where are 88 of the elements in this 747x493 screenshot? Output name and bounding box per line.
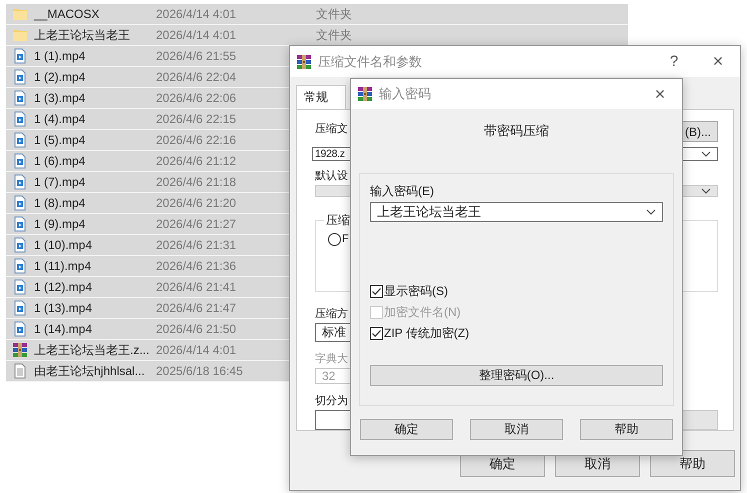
video-file-icon	[12, 90, 28, 106]
video-file-icon	[12, 48, 28, 64]
file-name: __MACOSX	[34, 7, 100, 21]
video-file-icon	[12, 237, 28, 253]
file-name: 1 (10).mp4	[34, 238, 94, 252]
checkbox[interactable]	[370, 326, 383, 340]
file-name: 1 (3).mp4	[34, 91, 86, 105]
archive-icon	[296, 54, 312, 70]
video-file-icon	[12, 279, 28, 295]
file-type: 文件夹	[316, 6, 352, 22]
dialog-button[interactable]: 确定	[360, 419, 453, 440]
file-name: 1 (14).mp4	[34, 322, 94, 336]
password-field[interactable]: 上老王论坛当老王	[370, 202, 663, 222]
archive-icon	[357, 86, 373, 102]
close-button[interactable]: ×	[638, 79, 682, 109]
help-button[interactable]: ?	[652, 46, 696, 76]
file-name: 1 (12).mp4	[34, 280, 94, 294]
file-date: 2026/4/6 21:55	[156, 49, 236, 63]
file-name: 1 (13).mp4	[34, 301, 94, 315]
file-name: 1 (7).mp4	[34, 175, 86, 189]
chevron-down-icon	[701, 151, 711, 157]
file-date: 2026/4/6 22:16	[156, 133, 236, 147]
file-date: 2026/4/6 21:36	[156, 259, 236, 273]
file-date: 2026/4/6 21:47	[156, 301, 236, 315]
file-type: 文件夹	[316, 26, 352, 44]
file-name: 上老王论坛当老王.z...	[34, 342, 150, 358]
file-name: 1 (9).mp4	[34, 217, 86, 231]
file-name: 1 (1).mp4	[34, 49, 86, 63]
dialog-heading: 带密码压缩	[483, 122, 550, 140]
field-label: 默认设	[315, 169, 348, 183]
radio-label: F	[342, 233, 349, 246]
file-date: 2025/6/18 16:45	[156, 364, 243, 378]
file-date: 2026/4/6 22:15	[156, 112, 236, 126]
file-row[interactable]: __MACOSX 2026/4/14 4:01 文件夹	[6, 4, 628, 25]
close-button[interactable]: ×	[696, 46, 740, 76]
organize-passwords-button[interactable]: 整理密码(O)...	[370, 365, 663, 386]
file-date: 2026/4/6 21:20	[156, 196, 236, 210]
archive-icon	[12, 342, 28, 358]
field-label: 切分为	[315, 394, 348, 408]
video-file-icon	[12, 321, 28, 337]
video-file-icon	[12, 300, 28, 316]
file-name: 1 (5).mp4	[34, 133, 86, 147]
file-name: 上老王论坛当老王	[34, 26, 131, 44]
video-file-icon	[12, 258, 28, 274]
video-file-icon	[12, 216, 28, 232]
video-file-icon	[12, 69, 28, 85]
file-name: 1 (2).mp4	[34, 70, 86, 84]
file-date: 2026/4/6 21:18	[156, 175, 236, 189]
video-file-icon	[12, 111, 28, 127]
video-file-icon	[12, 153, 28, 169]
chevron-down-icon	[701, 188, 711, 194]
tab[interactable]: 常规	[296, 85, 346, 109]
dialog-button[interactable]: 帮助	[650, 450, 735, 477]
field-label: 输入密码(E)	[370, 183, 434, 200]
file-name: 1 (8).mp4	[34, 196, 86, 210]
file-name: 1 (6).mp4	[34, 154, 86, 168]
file-date: 2026/4/14 4:01	[156, 28, 236, 42]
dialog-button[interactable]: 帮助	[580, 419, 673, 440]
checkbox-label: 加密文件名(N)	[384, 304, 461, 321]
checkbox-label: ZIP 传统加密(Z)	[384, 325, 470, 342]
field-label: 压缩方	[315, 306, 348, 321]
file-name: 1 (11).mp4	[34, 259, 92, 273]
checkbox[interactable]	[370, 284, 383, 298]
file-date: 2026/4/14 4:01	[156, 343, 236, 357]
file-name: 由老王论坛hjhhlsal...	[34, 362, 146, 380]
file-name: 1 (4).mp4	[34, 112, 86, 126]
file-date: 2026/4/6 22:04	[156, 70, 236, 84]
folder-icon	[12, 27, 28, 43]
file-date: 2026/4/6 21:41	[156, 280, 236, 294]
field-label: 字典大	[315, 352, 348, 366]
dialog-button[interactable]: 取消	[470, 419, 563, 440]
video-file-icon	[12, 174, 28, 190]
chevron-down-icon	[646, 209, 656, 215]
window-title: 输入密码	[379, 85, 432, 103]
window-title: 压缩文件名和参数	[318, 52, 423, 70]
file-date: 2026/4/6 21:27	[156, 217, 236, 231]
file-date: 2026/4/14 4:01	[156, 7, 236, 21]
text-file-icon	[12, 363, 28, 379]
checkbox-label: 显示密码(S)	[384, 283, 448, 300]
file-date: 2026/4/6 21:12	[156, 154, 236, 168]
radio-button[interactable]	[328, 233, 341, 246]
field-label: 压缩文	[315, 122, 348, 136]
folder-icon	[12, 6, 28, 22]
video-file-icon	[12, 132, 28, 148]
file-date: 2026/4/6 22:06	[156, 91, 236, 105]
file-date: 2026/4/6 21:31	[156, 238, 236, 252]
video-file-icon	[12, 195, 28, 211]
file-date: 2026/4/6 21:50	[156, 322, 236, 336]
